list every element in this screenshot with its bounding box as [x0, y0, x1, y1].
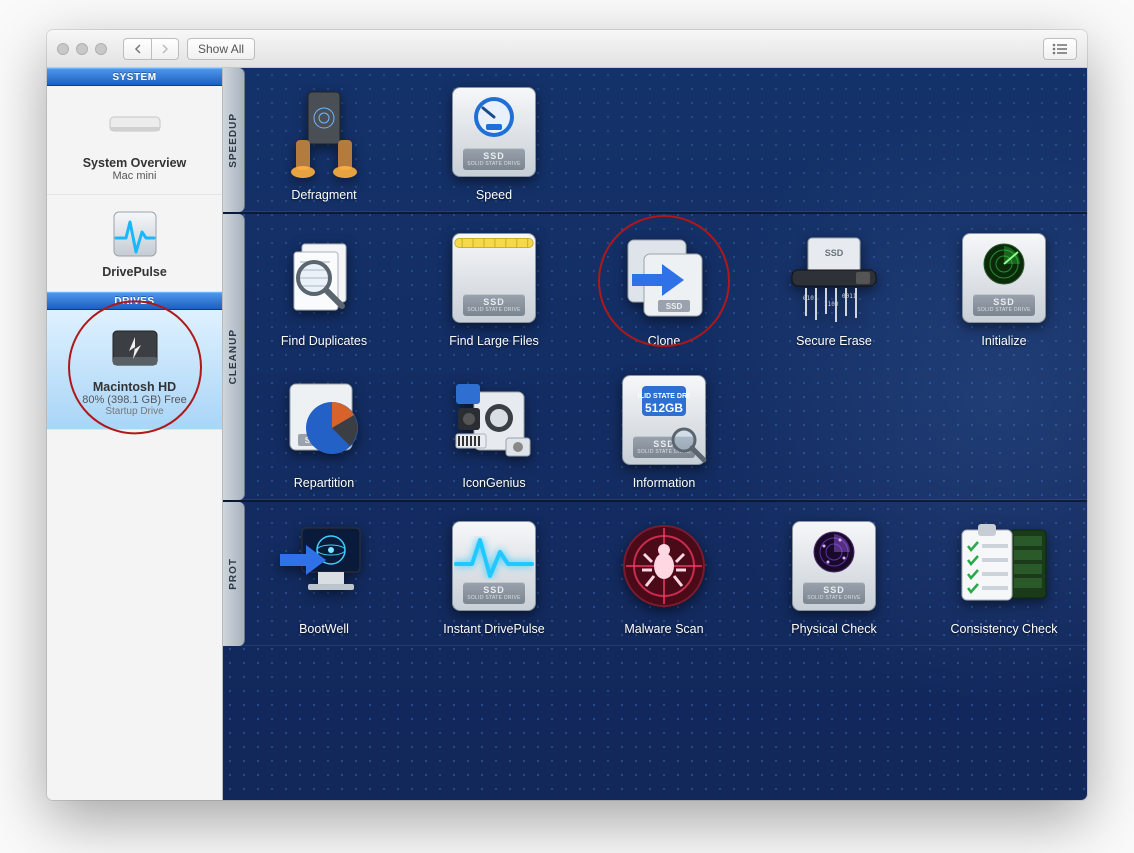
- tile-label: Initialize: [981, 334, 1026, 348]
- tile-clone[interactable]: SSD Clone: [599, 228, 729, 348]
- list-view-button[interactable]: [1043, 38, 1077, 60]
- tile-bootwell[interactable]: BootWell: [259, 516, 389, 636]
- tile-label: IconGenius: [462, 476, 525, 490]
- tile-label: Speed: [476, 188, 512, 202]
- tile-label: Secure Erase: [796, 334, 872, 348]
- tile-speed[interactable]: SSDSOLID STATE DRIVE Speed: [429, 82, 559, 202]
- category-tab-speedup[interactable]: SPEEDUP: [223, 68, 245, 212]
- bootwell-icon: [274, 516, 374, 616]
- tile-initialize[interactable]: SSDSOLID STATE DRIVE Initialize: [939, 228, 1069, 348]
- titlebar: Show All: [47, 30, 1087, 68]
- initialize-icon: SSDSOLID STATE DRIVE: [954, 228, 1054, 328]
- speed-icon: SSDSOLID STATE DRIVE: [444, 82, 544, 182]
- category-protect: PROT BootWell: [223, 502, 1087, 646]
- sidebar-item-sub2: Startup Drive: [105, 406, 163, 417]
- tile-label: Consistency Check: [951, 622, 1058, 636]
- tile-secure-erase[interactable]: SSD 0101 11000011 Secure Erase: [769, 228, 899, 348]
- clone-icon: SSD: [614, 228, 714, 328]
- minimize-dot[interactable]: [76, 43, 88, 55]
- icon-genius-icon: [444, 370, 544, 470]
- defragment-icon: [274, 82, 374, 182]
- information-icon: SOLID STATE DRIVE 512GB SSDSOLID STATE D…: [614, 370, 714, 470]
- window-controls: [57, 43, 107, 55]
- svg-text:0011: 0011: [842, 293, 857, 300]
- sidebar-item-system-overview[interactable]: System Overview Mac mini: [47, 86, 222, 195]
- show-all-button[interactable]: Show All: [187, 38, 255, 60]
- tile-icon-genius[interactable]: IconGenius: [429, 370, 559, 490]
- sidebar-item-title: System Overview: [83, 156, 187, 170]
- close-dot[interactable]: [57, 43, 69, 55]
- malware-icon: [614, 516, 714, 616]
- tile-consistency-check[interactable]: Consistency Check: [939, 516, 1069, 636]
- tile-malware-scan[interactable]: Malware Scan: [599, 516, 729, 636]
- svg-text:SSD: SSD: [666, 302, 683, 311]
- forward-button[interactable]: [151, 38, 179, 60]
- sidebar: SYSTEM System Overview Mac mini: [47, 68, 223, 800]
- sidebar-item-sub: 80% (398.1 GB) Free: [82, 394, 187, 406]
- svg-text:1100: 1100: [824, 301, 839, 308]
- sidebar-item-drivepulse[interactable]: DrivePulse: [47, 195, 222, 292]
- secure-erase-icon: SSD 0101 11000011: [784, 228, 884, 328]
- sidebar-item-sub: Mac mini: [112, 170, 156, 182]
- main-grid: SPEEDUP Defragment: [223, 68, 1087, 800]
- tile-physical-check[interactable]: SSDSOLID STATE DRIVE Physical Check: [769, 516, 899, 636]
- sidebar-section-system: SYSTEM: [47, 68, 222, 86]
- nav-buttons: [123, 38, 179, 60]
- tile-label: Defragment: [291, 188, 356, 202]
- instant-drivepulse-icon: SSDSOLID STATE DRIVE: [444, 516, 544, 616]
- zoom-dot[interactable]: [95, 43, 107, 55]
- tile-label: Find Duplicates: [281, 334, 367, 348]
- tile-label: BootWell: [299, 622, 349, 636]
- app-window: Show All SYSTEM System Overview Mac mini: [47, 30, 1087, 800]
- physical-check-icon: SSDSOLID STATE DRIVE: [784, 516, 884, 616]
- tile-label: Information: [633, 476, 696, 490]
- tile-label: Malware Scan: [624, 622, 703, 636]
- tile-information[interactable]: SOLID STATE DRIVE 512GB SSDSOLID STATE D…: [599, 370, 729, 490]
- category-tab-cleanup[interactable]: CLEANUP: [223, 214, 245, 500]
- consistency-check-icon: [954, 516, 1054, 616]
- tile-instant-drivepulse[interactable]: SSDSOLID STATE DRIVE Instant DrivePulse: [429, 516, 559, 636]
- category-tab-protect[interactable]: PROT: [223, 502, 245, 646]
- sidebar-section-drives: DRIVES: [47, 292, 222, 310]
- tile-defragment[interactable]: Defragment: [259, 82, 389, 202]
- drive-icon: [106, 324, 164, 374]
- tile-label: Find Large Files: [449, 334, 539, 348]
- svg-text:0101: 0101: [803, 295, 818, 302]
- tile-label: Repartition: [294, 476, 354, 490]
- back-button[interactable]: [123, 38, 151, 60]
- sidebar-item-title: DrivePulse: [102, 265, 167, 279]
- sidebar-item-title: Macintosh HD: [93, 380, 176, 394]
- find-duplicates-icon: [274, 228, 374, 328]
- svg-text:512GB: 512GB: [645, 401, 683, 415]
- drivepulse-icon: [106, 209, 164, 259]
- tile-label: Clone: [648, 334, 681, 348]
- tile-find-duplicates[interactable]: Find Duplicates: [259, 228, 389, 348]
- svg-text:SOLID STATE DRIVE: SOLID STATE DRIVE: [638, 393, 690, 400]
- tile-find-large-files[interactable]: SSDSOLID STATE DRIVE Find Large Files: [429, 228, 559, 348]
- mac-mini-icon: [106, 100, 164, 150]
- svg-text:SSD: SSD: [825, 248, 844, 258]
- find-large-icon: SSDSOLID STATE DRIVE: [444, 228, 544, 328]
- tile-repartition[interactable]: SSD Repartition: [259, 370, 389, 490]
- tile-label: Instant DrivePulse: [443, 622, 544, 636]
- sidebar-item-macintosh-hd[interactable]: Macintosh HD 80% (398.1 GB) Free Startup…: [47, 310, 222, 430]
- repartition-icon: SSD: [274, 370, 374, 470]
- category-cleanup: CLEANUP Find Duplicates: [223, 214, 1087, 502]
- tile-label: Physical Check: [791, 622, 876, 636]
- category-speedup: SPEEDUP Defragment: [223, 68, 1087, 214]
